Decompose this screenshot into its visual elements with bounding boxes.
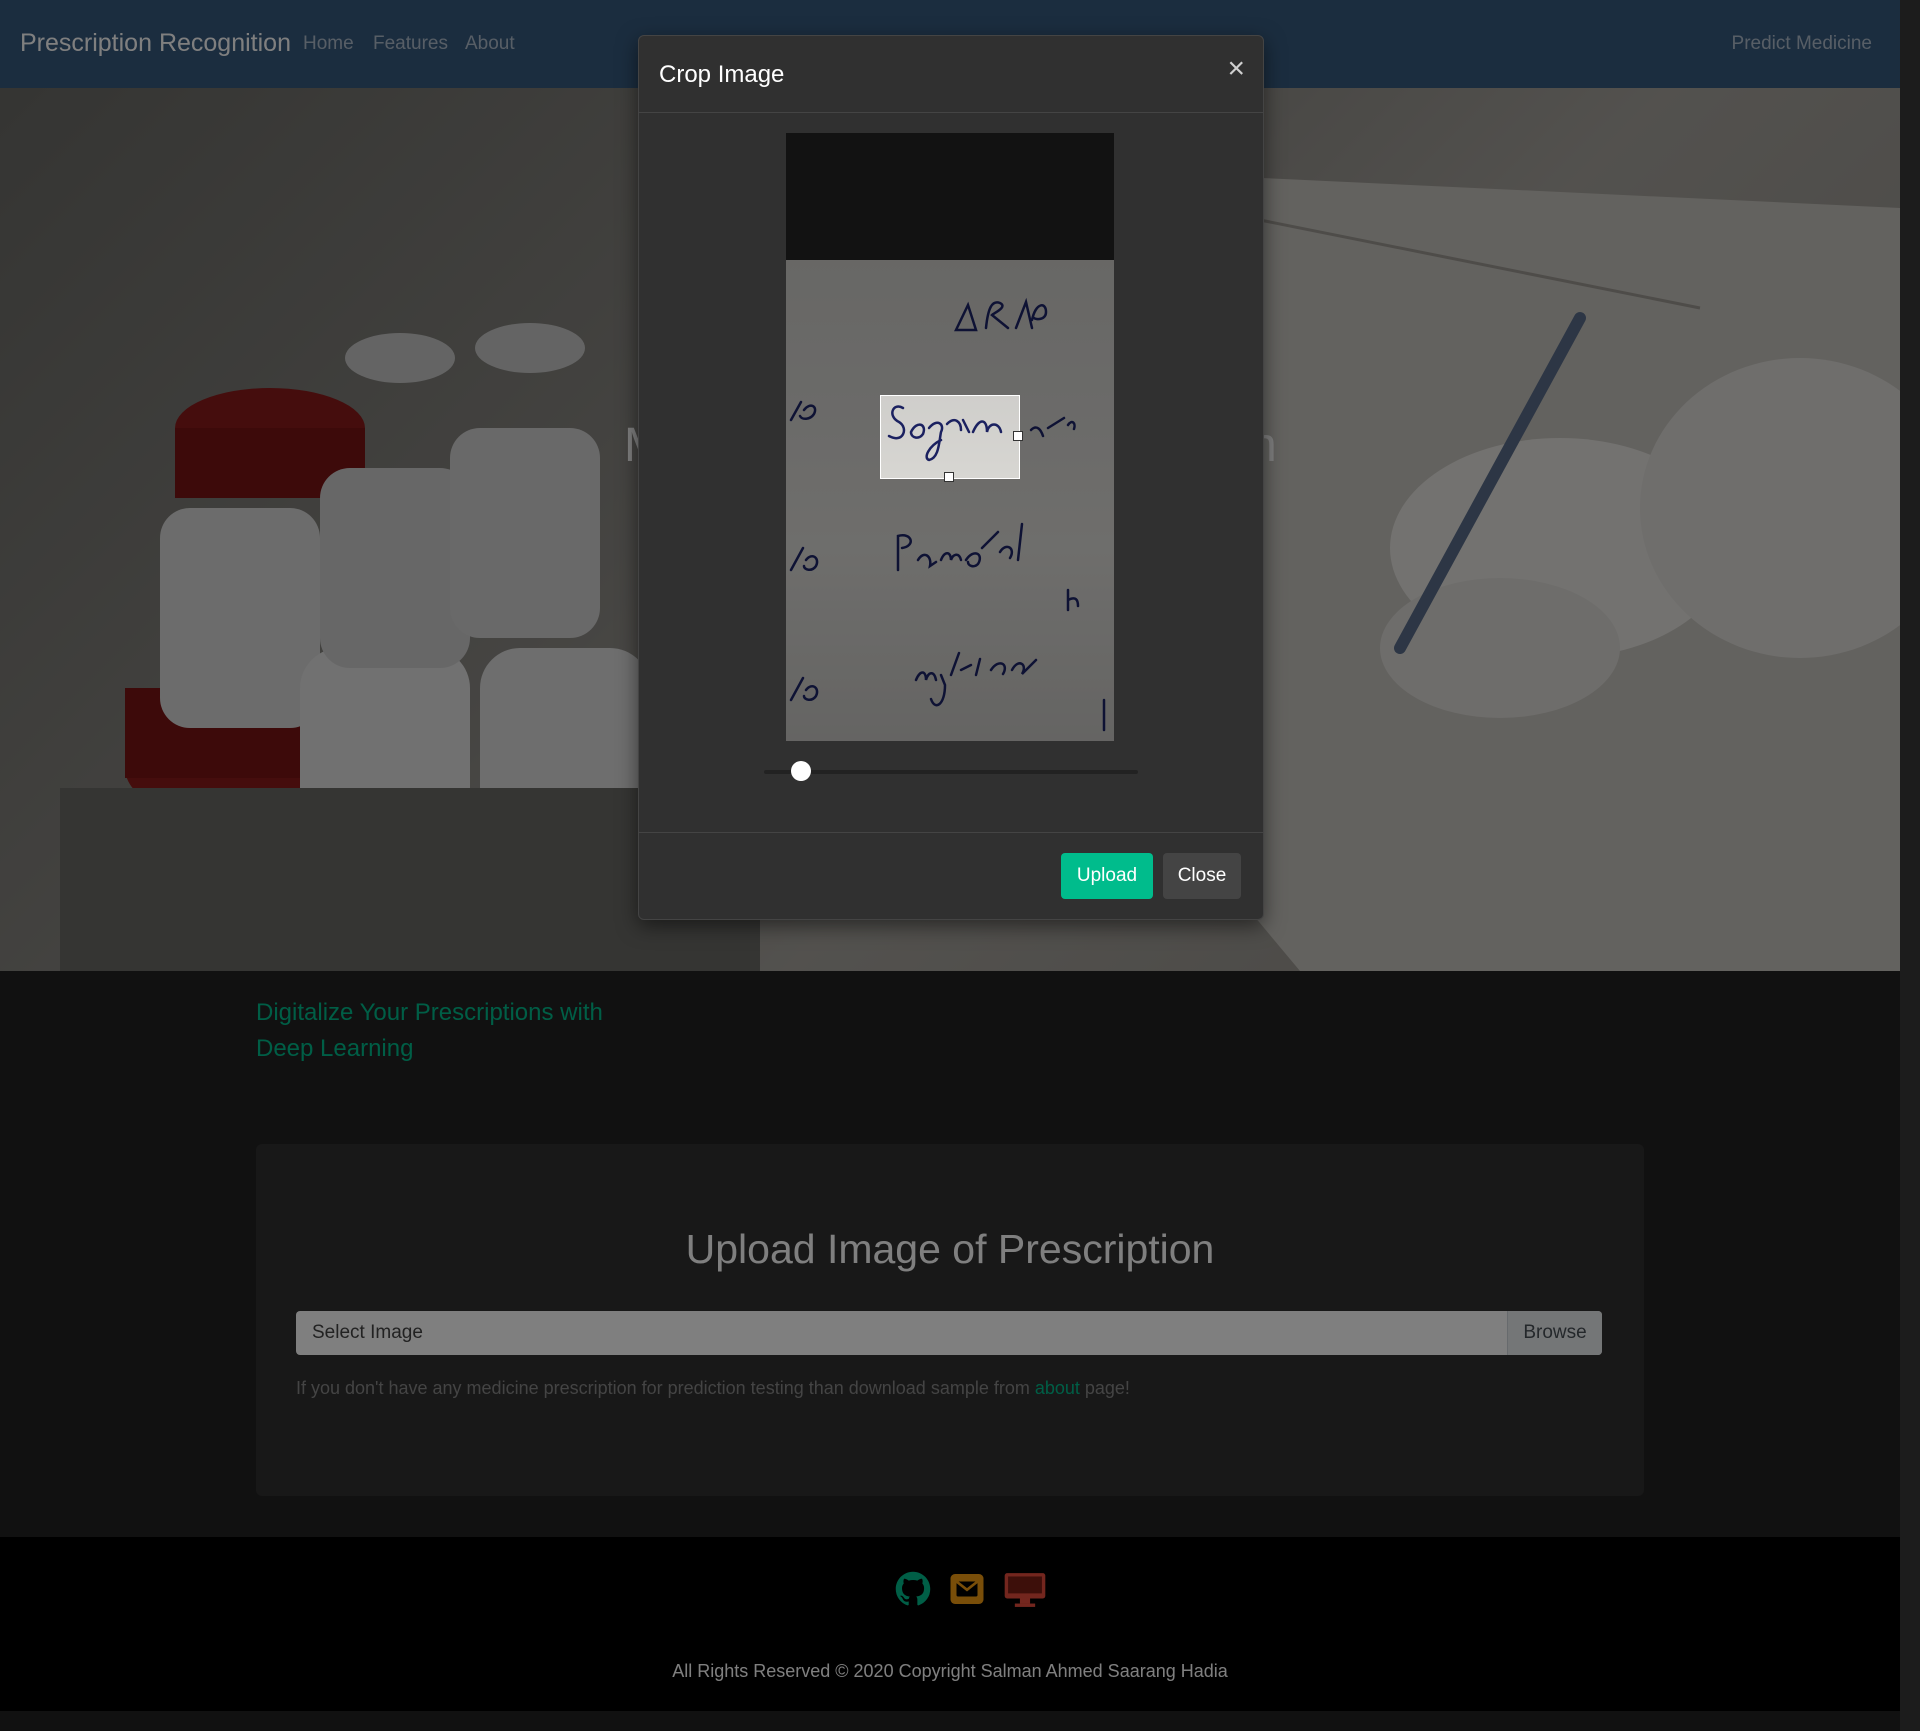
crop-handle-right[interactable] [1013, 431, 1023, 441]
modal-footer-divider [639, 832, 1263, 833]
close-icon[interactable]: × [1227, 54, 1245, 84]
crop-handle-bottom[interactable] [944, 472, 954, 482]
modal-header-divider [639, 112, 1263, 113]
close-button[interactable]: Close [1163, 853, 1241, 899]
upload-button[interactable]: Upload [1061, 853, 1153, 899]
crop-image-modal: Crop Image × Upload Close [638, 35, 1264, 920]
modal-title: Crop Image [659, 61, 785, 88]
crop-selection-box[interactable] [880, 395, 1020, 479]
crop-box-handwriting [887, 405, 1003, 462]
zoom-slider-thumb[interactable] [791, 761, 812, 781]
scrollbar[interactable] [1900, 0, 1920, 1731]
zoom-slider[interactable] [764, 770, 1138, 774]
crop-canvas[interactable] [786, 133, 1114, 741]
